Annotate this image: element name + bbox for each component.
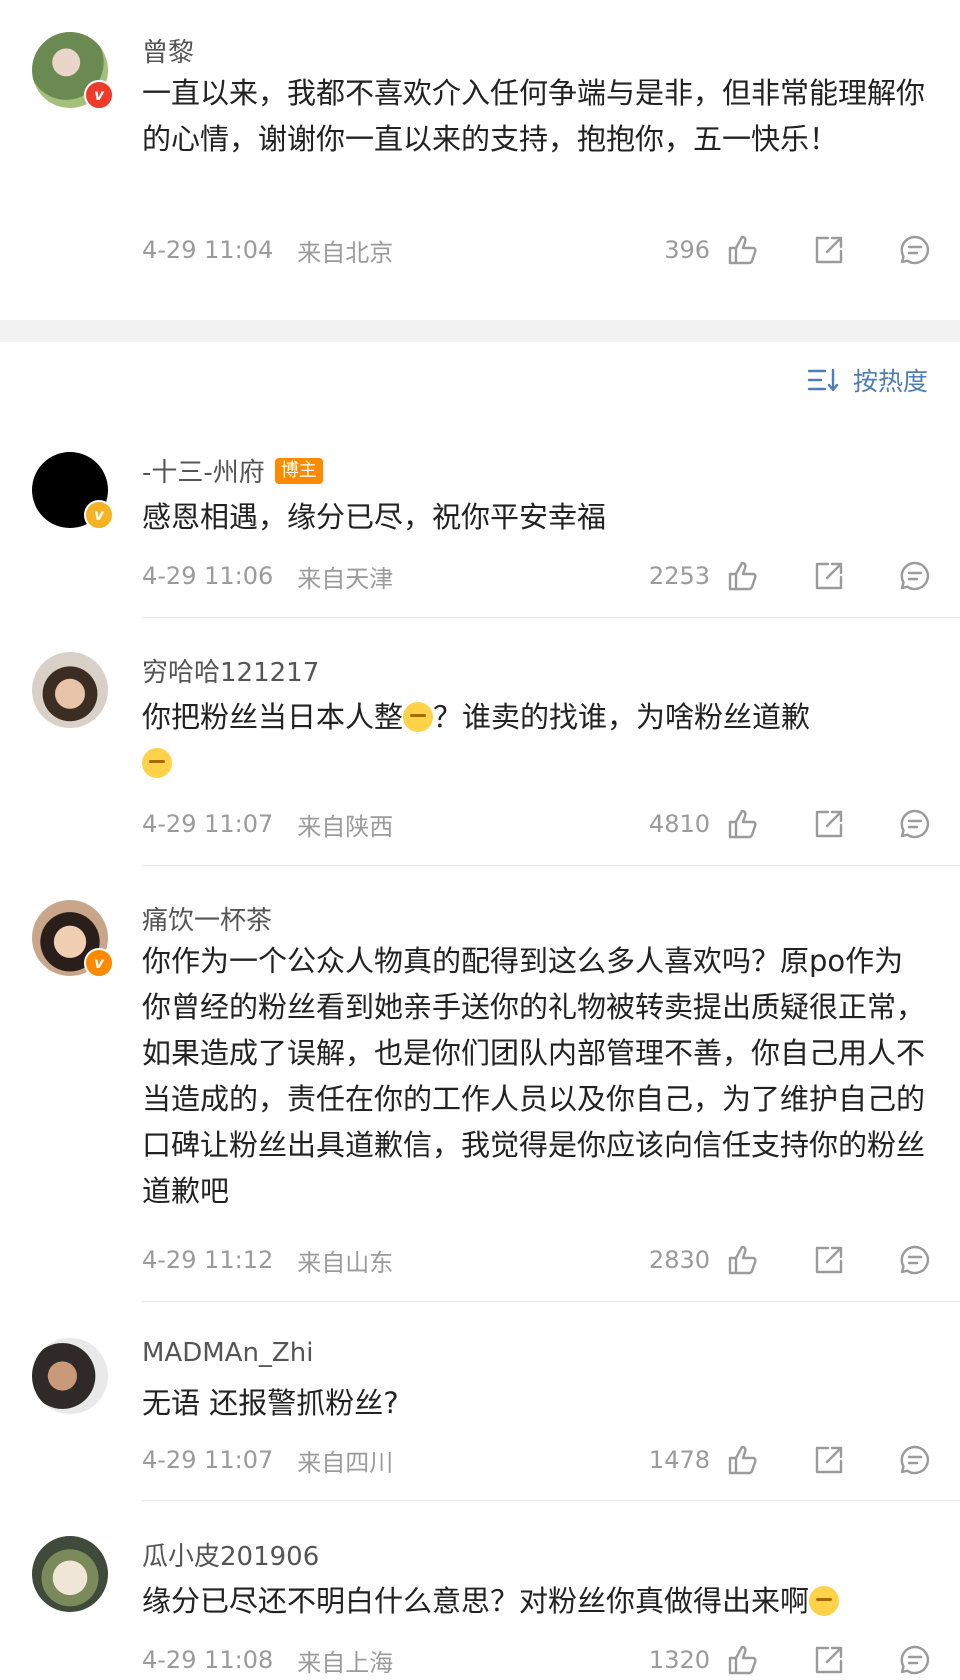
- comment-location: 来自上海: [297, 1648, 394, 1677]
- comment-meta: 4-29 11:04 来自北京 396: [142, 230, 932, 270]
- like-count: 1320: [648, 1646, 710, 1674]
- verified-badge-icon: v: [84, 948, 114, 978]
- like-count: 4810: [648, 810, 710, 838]
- reply-icon[interactable]: [898, 1643, 932, 1677]
- divider: [142, 865, 960, 866]
- comment-location: 来自天津: [297, 564, 394, 593]
- thumbs-up-icon[interactable]: [726, 1443, 760, 1477]
- share-icon[interactable]: [812, 1443, 846, 1477]
- comment-text: 你把粉丝当日本人整 ？谁卖的找谁，为啥粉丝道歉: [142, 694, 932, 786]
- reply-icon[interactable]: [898, 1243, 932, 1277]
- comment-time: 4-29 11:06: [142, 562, 274, 590]
- reply-icon[interactable]: [898, 233, 932, 267]
- comment-meta: 4-29 11:08 来自上海 1320: [142, 1640, 932, 1680]
- comment-time: 4-29 11:04: [142, 236, 274, 264]
- share-icon[interactable]: [812, 1243, 846, 1277]
- like-count: 396: [664, 236, 710, 264]
- like-count: 2830: [648, 1246, 710, 1274]
- comment-location: 来自北京: [297, 238, 394, 267]
- sort-label: 按热度: [852, 367, 928, 396]
- comment-time: 4-29 11:12: [142, 1246, 274, 1274]
- divider: [142, 617, 960, 618]
- comment-text-part: 缘分已尽还不明白什么意思？对粉丝你真做得出来啊: [142, 1584, 810, 1618]
- avatar[interactable]: [32, 652, 108, 728]
- reply-icon[interactable]: [898, 559, 932, 593]
- sort-icon: [807, 368, 839, 392]
- comment-location: 来自山东: [297, 1248, 394, 1277]
- username[interactable]: 瓜小皮201906: [142, 1536, 319, 1573]
- comment-meta: 4-29 11:12 来自山东 2830: [142, 1240, 932, 1280]
- username[interactable]: 痛饮一杯茶: [142, 900, 272, 937]
- emoji-icon: [403, 702, 434, 732]
- share-icon[interactable]: [812, 559, 846, 593]
- comment-text: 一直以来，我都不喜欢介入任何争端与是非，但非常能理解你的心情，谢谢你一直以来的支…: [142, 76, 926, 156]
- reply-icon[interactable]: [898, 1443, 932, 1477]
- username[interactable]: -十三-州府: [142, 452, 265, 489]
- thumbs-up-icon[interactable]: [726, 559, 760, 593]
- comment-time: 4-29 11:07: [142, 810, 274, 838]
- emoji-icon: [809, 1586, 840, 1616]
- like-count: 2253: [648, 562, 710, 590]
- avatar[interactable]: v: [32, 32, 114, 110]
- comment-text: 缘分已尽还不明白什么意思？对粉丝你真做得出来啊: [142, 1578, 932, 1624]
- divider: [142, 1500, 960, 1501]
- share-icon[interactable]: [812, 807, 846, 841]
- divider: [142, 1301, 960, 1302]
- comment-text-part: ？谁卖的找谁，为啥粉丝道歉: [433, 700, 811, 734]
- share-icon[interactable]: [812, 1643, 846, 1677]
- avatar[interactable]: [32, 1338, 108, 1414]
- avatar[interactable]: v: [32, 452, 114, 530]
- comment-meta: 4-29 11:07 来自陕西 4810: [142, 804, 932, 844]
- thumbs-up-icon[interactable]: [726, 807, 760, 841]
- comment-time: 4-29 11:08: [142, 1646, 274, 1674]
- username[interactable]: 穷哈哈121217: [142, 652, 319, 689]
- username[interactable]: MADMAn_Zhi: [142, 1338, 313, 1368]
- reply-icon[interactable]: [898, 807, 932, 841]
- emoji-icon: [142, 748, 172, 778]
- username[interactable]: 曾黎: [142, 32, 194, 69]
- share-icon[interactable]: [812, 233, 846, 267]
- comment-meta: 4-29 11:07 来自四川 1478: [142, 1440, 932, 1480]
- avatar[interactable]: [32, 1536, 108, 1612]
- thumbs-up-icon[interactable]: [726, 1643, 760, 1677]
- like-count: 1478: [648, 1446, 710, 1474]
- comment-text: 无语 还报警抓粉丝?: [142, 1386, 399, 1420]
- comment-text-part: 你把粉丝当日本人整: [142, 700, 404, 734]
- thumbs-up-icon[interactable]: [726, 1243, 760, 1277]
- verified-badge-icon: v: [84, 80, 114, 110]
- author-tag: 博主: [274, 457, 323, 484]
- comment-text: 你作为一个公众人物真的配得到这么多人喜欢吗？原po作为你曾经的粉丝看到她亲手送你…: [142, 944, 926, 1208]
- comment-location: 来自陕西: [297, 812, 394, 841]
- comment-text: 感恩相遇，缘分已尽，祝你平安幸福: [142, 500, 607, 534]
- comment-location: 来自四川: [297, 1448, 394, 1477]
- thumbs-up-icon[interactable]: [726, 233, 760, 267]
- section-divider: [0, 320, 960, 342]
- comment-meta: 4-29 11:06 来自天津 2253: [142, 556, 932, 596]
- comment-time: 4-29 11:07: [142, 1446, 274, 1474]
- verified-badge-icon: v: [84, 500, 114, 530]
- sort-toggle[interactable]: 按热度: [807, 362, 928, 398]
- avatar[interactable]: v: [32, 900, 114, 978]
